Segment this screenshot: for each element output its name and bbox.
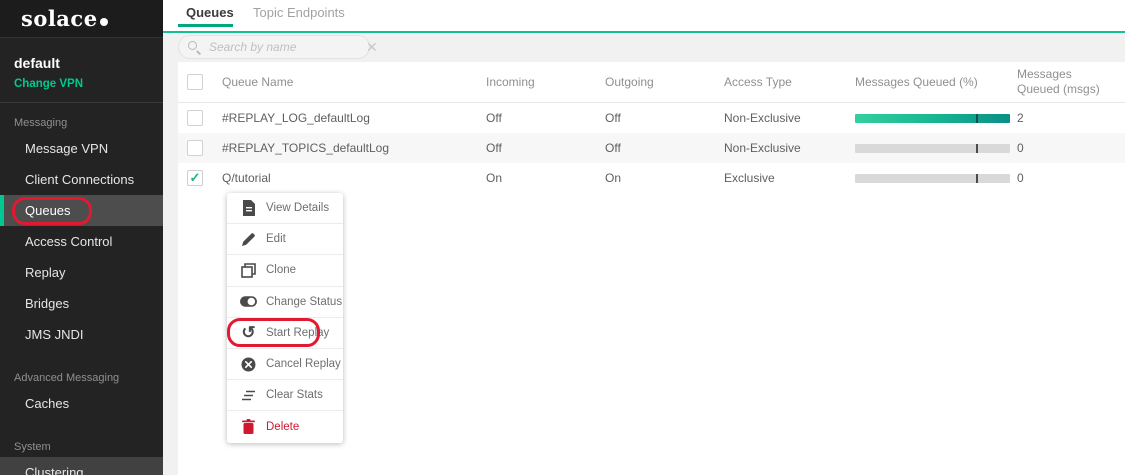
table-header-row: Queue Name Incoming Outgoing Access Type…	[178, 62, 1125, 103]
menu-item-delete[interactable]: Delete	[227, 411, 343, 442]
access-type-cell: Non-Exclusive	[724, 111, 801, 125]
sidebar-item-replay[interactable]: Replay	[0, 257, 163, 288]
incoming-cell: Off	[486, 111, 502, 125]
vpn-name: default	[14, 55, 60, 71]
table-row[interactable]: Q/tutorial On On Exclusive 0	[178, 163, 1125, 193]
search-icon	[188, 40, 202, 55]
sidebar-item-clustering[interactable]: Clustering	[0, 457, 163, 475]
sidebar-item-client-connections[interactable]: Client Connections	[0, 164, 163, 195]
section-label-system: System	[14, 441, 51, 453]
menu-item-start-replay[interactable]: ↺ Start Replay	[227, 318, 343, 349]
table-row[interactable]: #REPLAY_LOG_defaultLog Off Off Non-Exclu…	[178, 103, 1125, 133]
column-header-messages-queued-msgs: Messages Queued (msgs)	[1017, 67, 1100, 96]
active-tab-underline	[178, 24, 233, 27]
solace-pubsub-manager: { "brand": { "logo_text": "solace", "acc…	[0, 0, 1125, 475]
sidebar-item-message-vpn[interactable]: Message VPN	[0, 133, 163, 164]
toolbar: ✕	[163, 33, 1125, 62]
solace-logo: solace	[21, 6, 108, 31]
select-all-checkbox[interactable]	[187, 74, 203, 90]
logo-block: solace	[0, 0, 163, 38]
menu-item-clear-stats[interactable]: Clear Stats	[227, 380, 343, 412]
row-checkbox[interactable]	[187, 140, 203, 156]
outgoing-cell: Off	[605, 111, 621, 125]
menu-item-cancel-replay[interactable]: Cancel Replay	[227, 349, 343, 381]
column-header-access-type: Access Type	[724, 75, 792, 89]
vpn-block: default Change VPN	[0, 38, 163, 103]
row-checkbox[interactable]	[187, 110, 203, 126]
section-label-messaging: Messaging	[14, 117, 68, 129]
incoming-cell: On	[486, 171, 503, 185]
incoming-cell: Off	[486, 141, 502, 155]
messages-queued-count: 2	[1017, 110, 1024, 125]
change-vpn-link[interactable]: Change VPN	[14, 78, 149, 90]
pencil-icon	[240, 231, 257, 248]
messages-queued-progress-bar	[855, 143, 1010, 153]
menu-item-change-status[interactable]: Change Status	[227, 287, 343, 318]
queue-name-cell: #REPLAY_TOPICS_defaultLog	[222, 141, 389, 155]
clone-icon	[240, 262, 257, 279]
logo-dot-icon	[99, 18, 108, 26]
document-icon	[240, 200, 257, 217]
table-row[interactable]: #REPLAY_TOPICS_defaultLog Off Off Non-Ex…	[178, 133, 1125, 163]
messages-queued-progress-bar	[855, 173, 1010, 183]
messages-queued-count: 0	[1017, 140, 1024, 155]
row-action-context-menu: View Details Edit Clone Change Status ↺ …	[227, 193, 343, 443]
threshold-tick	[975, 143, 978, 153]
column-header-messages-queued-pct: Messages Queued (%)	[855, 75, 978, 89]
messages-queued-progress-bar	[855, 113, 1010, 123]
sidebar-item-jms-jndi[interactable]: JMS JNDI	[0, 319, 163, 350]
replay-icon: ↺	[241, 323, 256, 343]
queue-name-cell: Q/tutorial	[222, 171, 271, 185]
search-box[interactable]: ✕	[178, 35, 378, 59]
search-input[interactable]	[209, 40, 366, 54]
clear-stats-icon	[240, 387, 257, 404]
menu-item-clone[interactable]: Clone	[227, 255, 343, 287]
messages-queued-count: 0	[1017, 170, 1024, 185]
clear-search-icon[interactable]: ✕	[366, 40, 378, 54]
threshold-tick	[975, 113, 978, 123]
sidebar-item-queues[interactable]: Queues	[0, 195, 163, 226]
sidebar-item-access-control[interactable]: Access Control	[0, 226, 163, 257]
column-header-outgoing: Outgoing	[605, 75, 654, 89]
sidebar-item-caches[interactable]: Caches	[0, 388, 163, 419]
menu-item-edit[interactable]: Edit	[227, 224, 343, 256]
menu-item-view-details[interactable]: View Details	[227, 193, 343, 225]
section-label-advanced-messaging: Advanced Messaging	[14, 372, 120, 384]
tab-bar: Queues Topic Endpoints	[163, 0, 1125, 31]
sidebar-item-bridges[interactable]: Bridges	[0, 288, 163, 319]
access-type-cell: Exclusive	[724, 171, 775, 185]
outgoing-cell: On	[605, 171, 622, 185]
toggle-icon	[240, 293, 257, 310]
row-checkbox-checked[interactable]	[187, 170, 203, 186]
column-header-incoming: Incoming	[486, 75, 535, 89]
threshold-tick	[975, 173, 978, 183]
trash-icon	[240, 418, 257, 435]
queue-name-cell: #REPLAY_LOG_defaultLog	[222, 111, 370, 125]
access-type-cell: Non-Exclusive	[724, 141, 801, 155]
cancel-icon	[240, 356, 257, 373]
outgoing-cell: Off	[605, 141, 621, 155]
column-header-queue-name: Queue Name	[222, 75, 294, 89]
sidebar: solace default Change VPN Messaging Mess…	[0, 0, 163, 475]
tab-topic-endpoints[interactable]: Topic Endpoints	[253, 0, 345, 31]
